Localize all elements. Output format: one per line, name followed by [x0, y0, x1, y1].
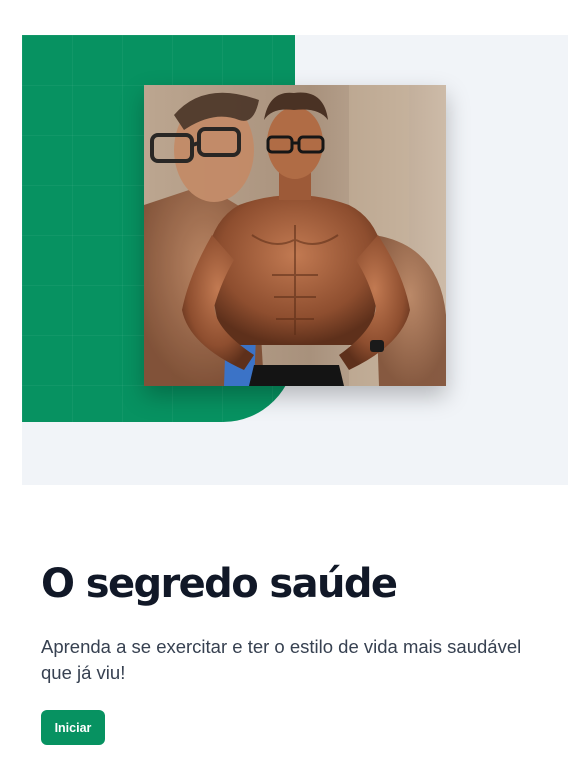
start-button[interactable]: Iniciar: [41, 710, 105, 745]
page-title: O segredo saúde: [41, 561, 398, 607]
page-subtitle: Aprenda a se exercitar e ter o estilo de…: [41, 636, 522, 683]
hero-image: [144, 85, 446, 386]
hero-panel: [22, 35, 568, 485]
landing-page: O segredo saúde Aprenda a se exercitar e…: [0, 0, 588, 767]
